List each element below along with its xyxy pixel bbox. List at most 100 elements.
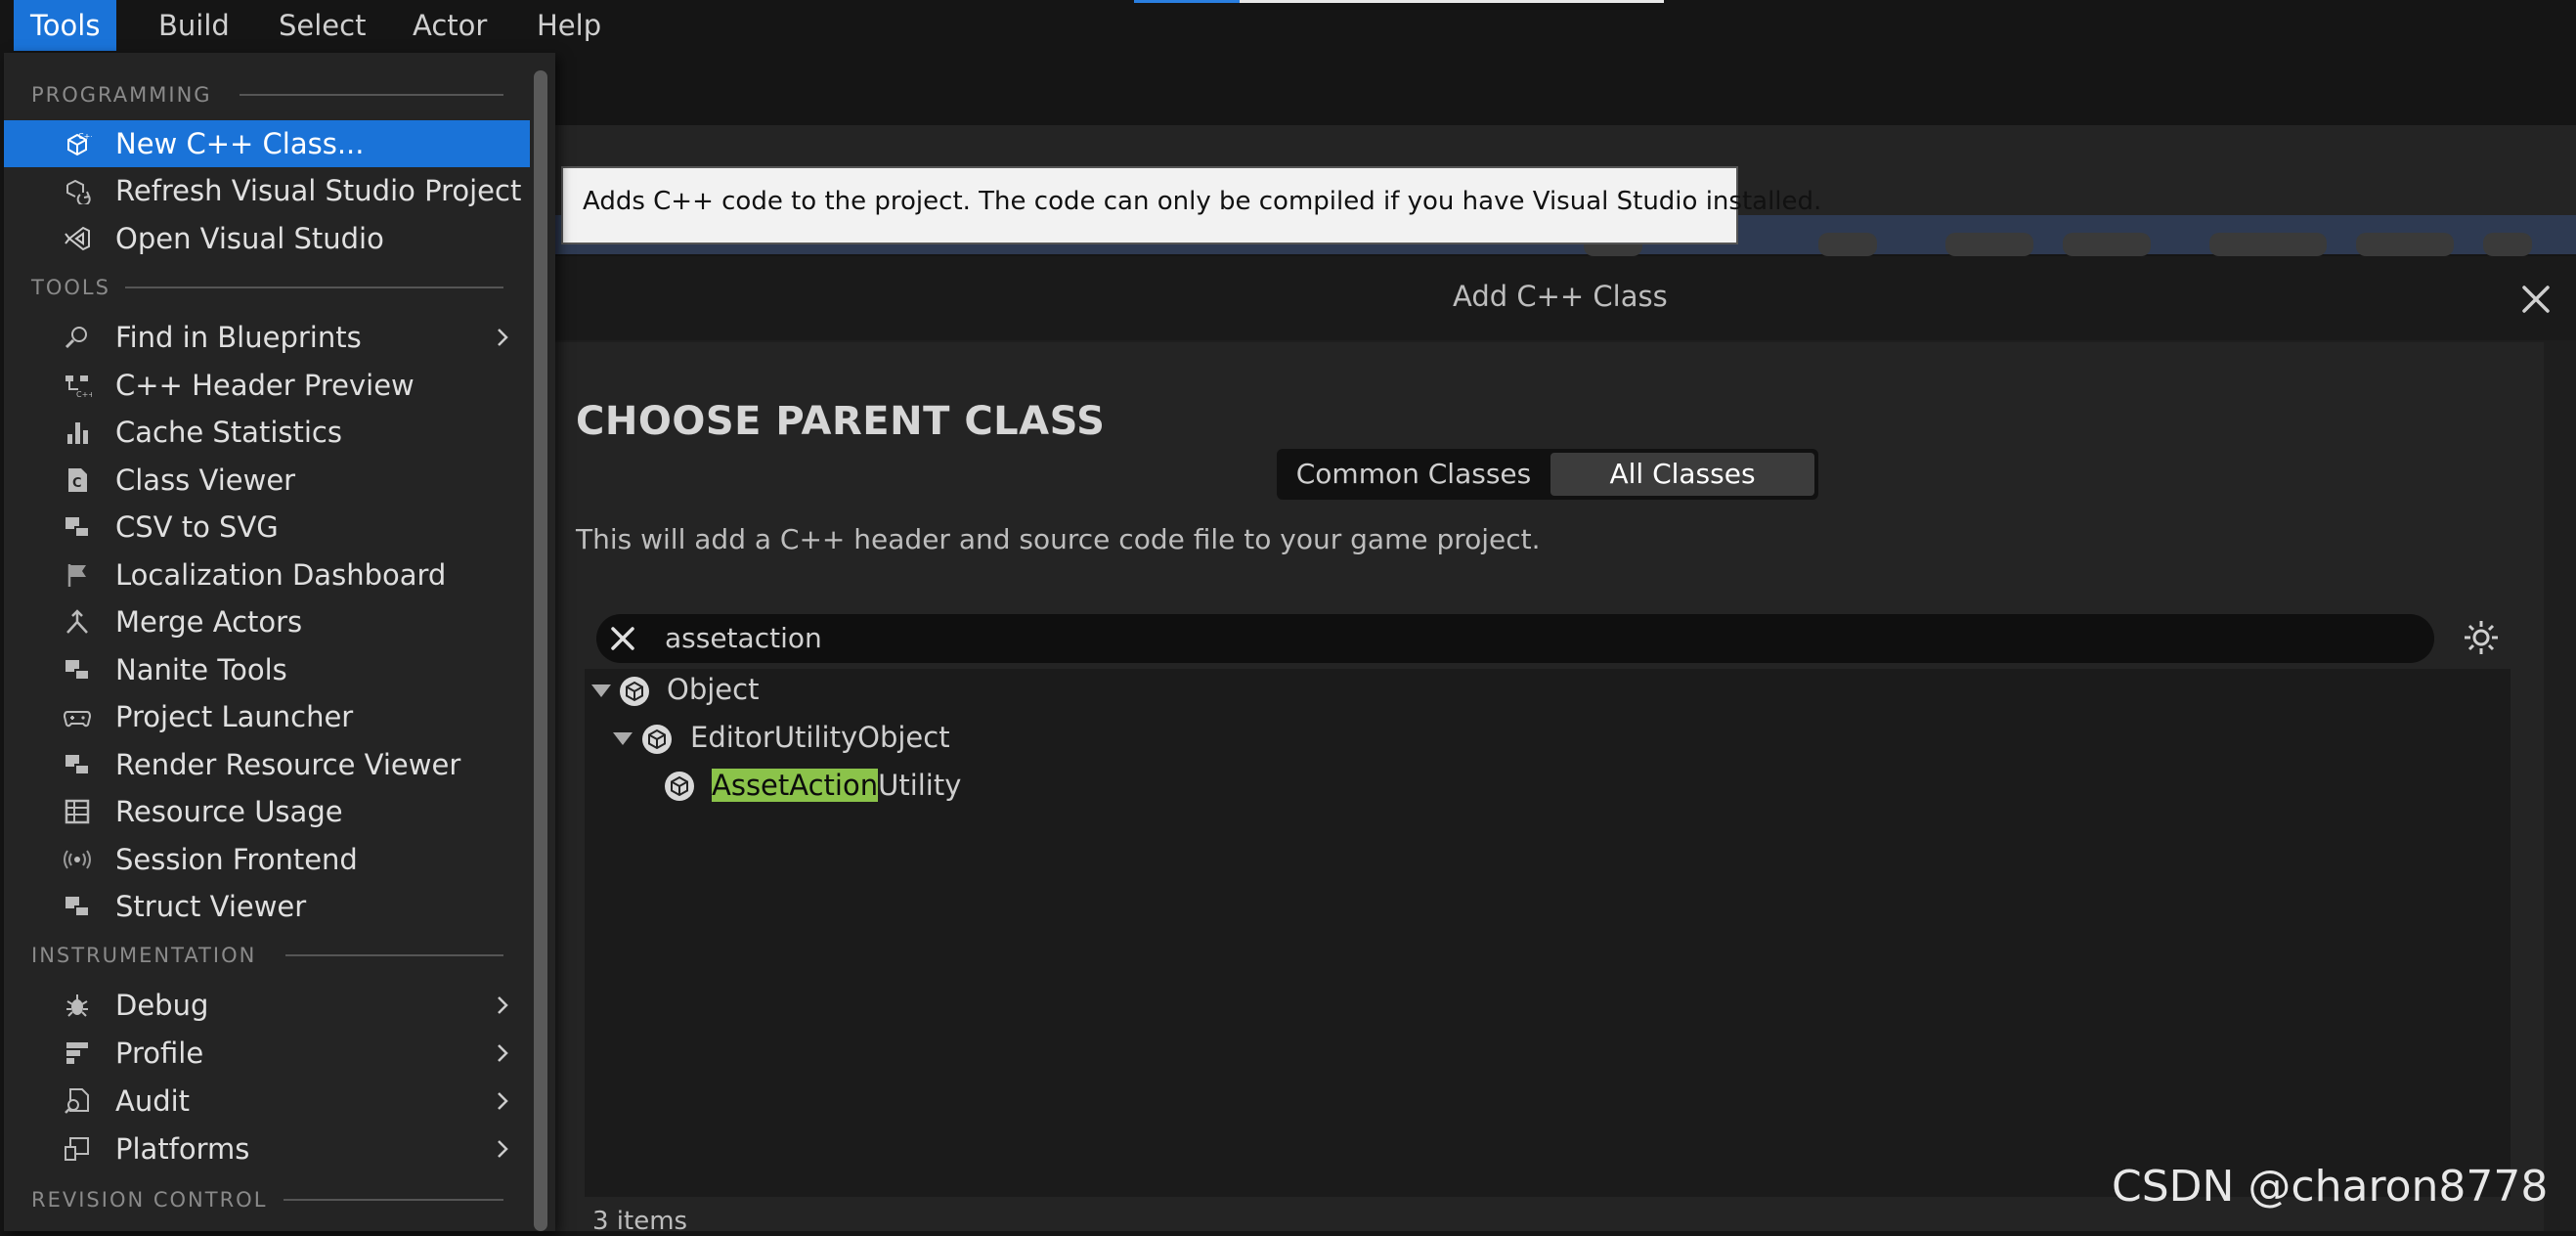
class-icon <box>665 772 694 801</box>
menu-actor[interactable]: Actor <box>396 0 503 51</box>
dropdown-scrollbar[interactable] <box>534 70 547 1231</box>
menu-item-label: Struct Viewer <box>115 890 307 923</box>
struct-icon <box>65 897 90 917</box>
header-preview-icon: C++ <box>65 375 92 399</box>
dialog-description: This will add a C++ header and source co… <box>576 523 1541 555</box>
menu-item-label: New C++ Class... <box>115 127 365 160</box>
search-match-highlight: AssetAction <box>712 769 879 802</box>
merge-icon <box>66 609 88 634</box>
class-viewer-icon: C <box>68 468 87 492</box>
viewport-tool-button[interactable] <box>2356 233 2454 256</box>
menu-item-label: Session Frontend <box>115 843 358 876</box>
menu-item-label: Find in Blueprints <box>115 321 362 354</box>
tab-common-classes[interactable]: Common Classes <box>1281 453 1547 496</box>
page-title: CHOOSE PARENT CLASS <box>576 399 1106 444</box>
menu-item-platforms[interactable]: Platforms <box>4 1126 530 1172</box>
expand-arrow-icon[interactable] <box>613 732 633 745</box>
menu-item-cache-statistics[interactable]: Cache Statistics <box>4 409 530 456</box>
viewport-tool-button[interactable] <box>1945 233 2033 256</box>
section-divider <box>284 1199 503 1201</box>
menu-item-csv-to-svg[interactable]: CSV to SVG <box>4 504 530 551</box>
menu-item-resource-usage[interactable]: Resource Usage <box>4 788 530 835</box>
audit-icon <box>65 1088 89 1114</box>
menu-item-localization-dashboard[interactable]: Localization Dashboard <box>4 552 530 598</box>
chevron-right-icon <box>498 1140 508 1158</box>
menu-item-label: Render Resource Viewer <box>115 748 461 781</box>
menu-item-label: Platforms <box>115 1132 250 1166</box>
menu-item-new-cpp-class[interactable]: C++ New C++ Class... <box>4 120 530 167</box>
menu-help[interactable]: Help <box>520 0 618 51</box>
menu-item-label: Merge Actors <box>115 605 303 639</box>
section-divider <box>125 287 503 288</box>
menu-bar: Tools Build Select Actor Help <box>0 0 2576 51</box>
section-divider <box>285 954 503 956</box>
bug-icon <box>66 994 88 1017</box>
table-icon <box>65 799 90 824</box>
menu-item-render-resource-viewer[interactable]: Render Resource Viewer <box>4 741 530 788</box>
menu-item-label: Resource Usage <box>115 795 343 828</box>
menu-item-cpp-header-preview[interactable]: C++ C++ Header Preview <box>4 362 530 409</box>
gamepad-icon <box>63 711 92 728</box>
watermark: CSDN @charon8778 <box>2112 1162 2549 1212</box>
section-programming: PROGRAMMING <box>31 83 212 107</box>
menu-item-label: Debug <box>115 989 209 1022</box>
find-icon <box>65 327 87 349</box>
menu-item-class-viewer[interactable]: C Class Viewer <box>4 457 530 504</box>
menu-item-audit[interactable]: Audit <box>4 1078 530 1125</box>
menu-select[interactable]: Select <box>262 0 382 51</box>
platforms-icon <box>65 1137 89 1161</box>
viewport-tool-button[interactable] <box>2483 233 2532 256</box>
menu-item-label: Refresh Visual Studio Project <box>115 174 522 207</box>
menu-item-label: Class Viewer <box>115 464 296 497</box>
tree-item-asset-action-utility[interactable]: AssetActionUtility <box>712 769 961 802</box>
menu-item-label: Cache Statistics <box>115 416 342 449</box>
gear-icon[interactable] <box>2462 618 2501 657</box>
chevron-right-icon <box>498 1044 508 1062</box>
menu-item-struct-viewer[interactable]: Struct Viewer <box>4 883 530 930</box>
menu-item-debug[interactable]: Debug <box>4 982 530 1029</box>
nanite-icon <box>65 660 90 681</box>
tooltip-text: Adds C++ code to the project. The code c… <box>583 187 1822 216</box>
top-tab-indicator-light <box>1240 0 1664 3</box>
close-icon[interactable] <box>2516 280 2555 319</box>
csv-svg-icon <box>65 517 90 538</box>
svg-text:C++: C++ <box>78 132 92 141</box>
chevron-right-icon <box>498 1092 508 1110</box>
top-tab-indicator <box>1134 0 1240 3</box>
svg-text:C: C <box>72 476 82 491</box>
broadcast-icon <box>64 850 91 869</box>
refresh-project-icon <box>66 179 91 204</box>
menu-item-label: C++ Header Preview <box>115 369 415 402</box>
clear-search-icon[interactable] <box>606 622 639 655</box>
menu-item-session-frontend[interactable]: Session Frontend <box>4 836 530 883</box>
menu-build[interactable]: Build <box>142 0 246 51</box>
menu-item-label: Project Launcher <box>115 700 354 733</box>
bar-chart-icon <box>67 422 88 444</box>
dialog-title: Add C++ Class <box>1453 280 1668 313</box>
tree-item-object[interactable]: Object <box>667 673 759 706</box>
viewport-tool-button[interactable] <box>2209 233 2327 256</box>
svg-text:C++: C++ <box>76 390 92 399</box>
section-instrumentation: INSTRUMENTATION <box>31 944 257 967</box>
viewport-tool-button[interactable] <box>1818 233 1877 256</box>
menu-item-profile[interactable]: Profile <box>4 1030 530 1077</box>
menu-tools[interactable]: Tools <box>14 0 117 51</box>
chevron-right-icon <box>498 996 508 1014</box>
class-icon <box>620 677 649 706</box>
menu-item-nanite-tools[interactable]: Nanite Tools <box>4 646 530 693</box>
menu-item-project-launcher[interactable]: Project Launcher <box>4 693 530 740</box>
menu-item-label: Open Visual Studio <box>115 222 384 255</box>
tree-item-editor-utility-object[interactable]: EditorUtilityObject <box>690 721 950 754</box>
viewport-tool-button[interactable] <box>2063 233 2151 256</box>
menu-item-open-visual-studio[interactable]: Open Visual Studio <box>4 215 530 262</box>
tree-item-label-rest: Utility <box>878 769 962 802</box>
menu-item-label: CSV to SVG <box>115 510 279 544</box>
tab-all-classes[interactable]: All Classes <box>1550 453 1814 496</box>
menu-item-find-in-blueprints[interactable]: Find in Blueprints <box>4 314 530 361</box>
item-count: 3 items <box>592 1207 688 1236</box>
menu-item-merge-actors[interactable]: Merge Actors <box>4 598 530 645</box>
search-input[interactable] <box>665 614 2385 663</box>
expand-arrow-icon[interactable] <box>591 684 611 697</box>
section-revision-control: REVISION CONTROL <box>31 1188 268 1212</box>
menu-item-refresh-visual-studio[interactable]: Refresh Visual Studio Project <box>4 167 530 214</box>
